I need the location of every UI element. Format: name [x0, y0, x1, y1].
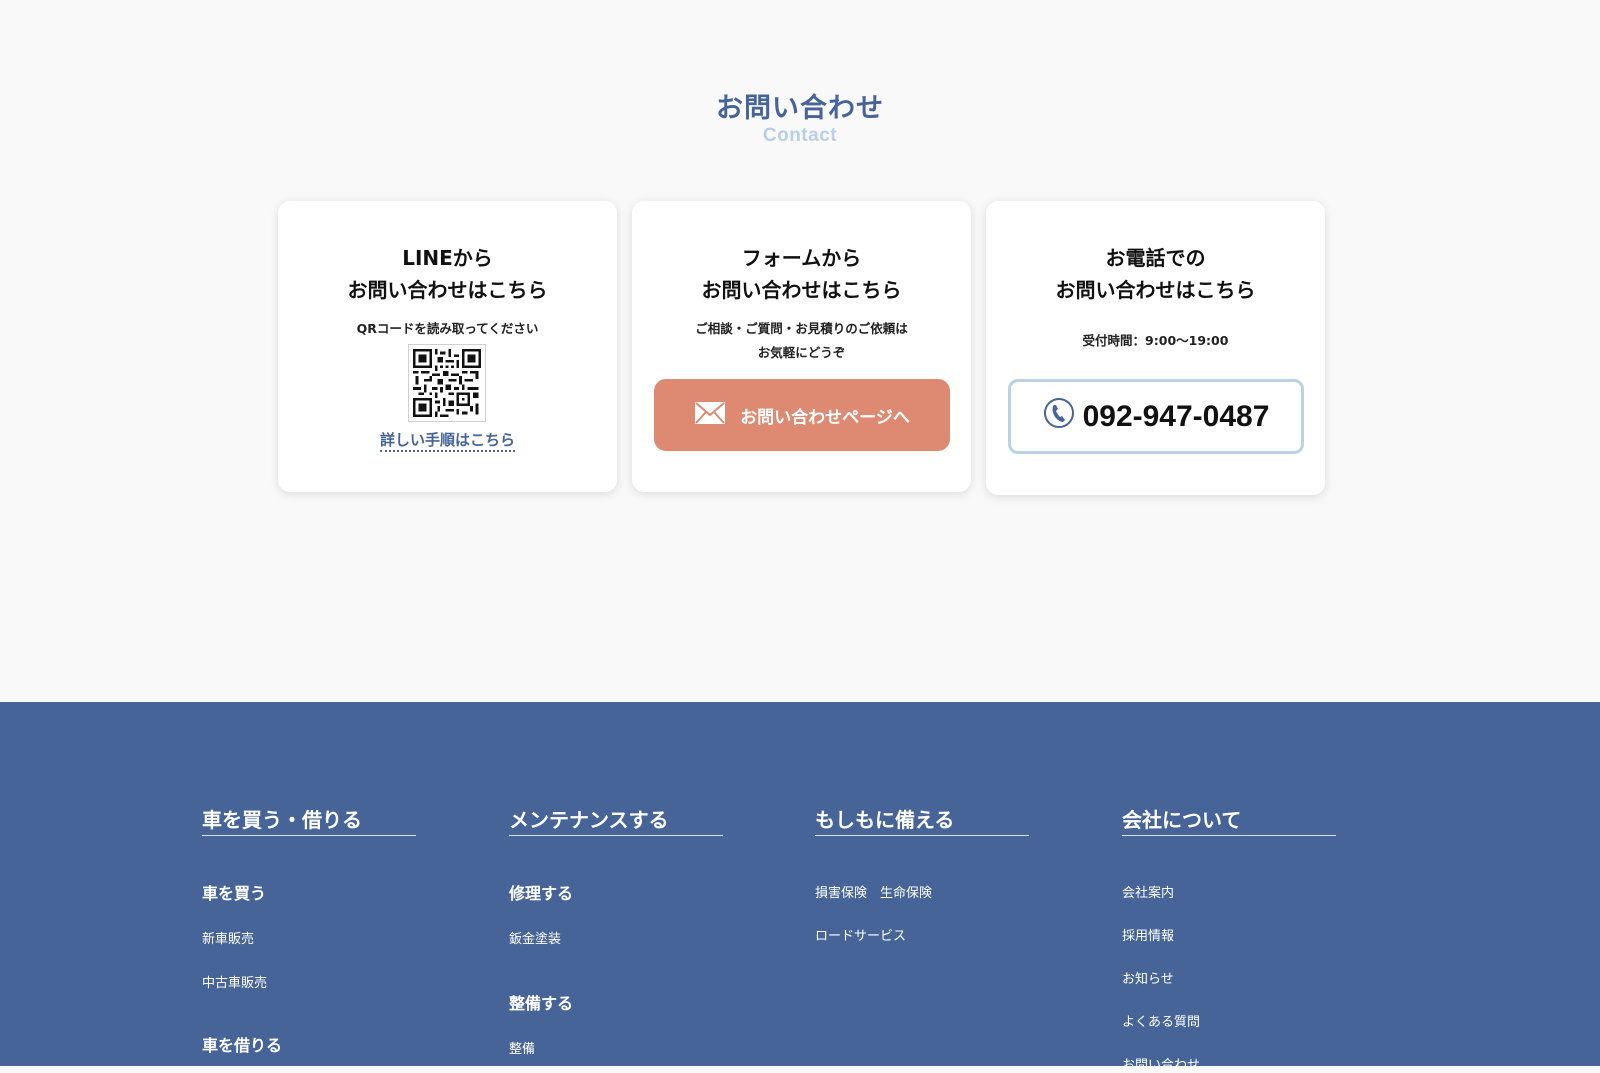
footer-heading-prepare[interactable]: もしもに備える [815, 804, 1029, 836]
phone-card-title: お電話での お問い合わせはこちら [986, 242, 1325, 306]
form-card-note: ご相談・ご質問・お見積りのご依頼は お気軽にどうぞ [632, 317, 971, 365]
business-hours: 受付時間：9:00〜19:00 [1082, 333, 1229, 348]
footer-link-company-profile[interactable]: 会社案内 [1122, 882, 1174, 901]
section-subtitle: Contact [762, 125, 838, 146]
line-card-title-line1: LINEから [402, 246, 493, 270]
qr-code [408, 344, 486, 422]
phone-card-title-line1: お電話での [1105, 246, 1206, 270]
footer-sub-service[interactable]: 整備する [509, 990, 573, 1014]
footer-link-recruit[interactable]: 採用情報 [1122, 925, 1174, 944]
line-contact-card: LINEから お問い合わせはこちら QRコードを読み取ってください 詳しい手順は… [278, 201, 617, 492]
detail-steps-link[interactable]: 詳しい手順はこちら [278, 429, 617, 452]
footer-heading-maintenance[interactable]: メンテナンスする [509, 804, 723, 836]
form-card-note-line1: ご相談・ご質問・お見積りのご依頼は [695, 321, 908, 336]
line-card-note: QRコードを読み取ってください [356, 321, 539, 336]
footer-heading-company[interactable]: 会社について [1122, 804, 1336, 836]
phone-card-title-line2: お問い合わせはこちら [1055, 278, 1256, 302]
site-footer: 車を買う・借りる 車を買う 新車販売 中古車販売 車を借りる メンテナンスする … [0, 702, 1600, 1073]
line-card-title-line2: お問い合わせはこちら [347, 278, 548, 302]
section-title: お問い合わせ [716, 93, 884, 124]
contact-page-button[interactable]: お問い合わせページへ [654, 379, 950, 451]
footer-link-news[interactable]: お知らせ [1122, 968, 1174, 987]
phone-number-button[interactable]: 092-947-0487 [1008, 379, 1304, 454]
detail-steps-link-text[interactable]: 詳しい手順はこちら [379, 431, 515, 452]
footer-link-service[interactable]: 整備 [509, 1038, 535, 1057]
footer-heading-buy-rent[interactable]: 車を買う・借りる [202, 804, 416, 836]
contact-section: お問い合わせ Contact LINEから お問い合わせはこちら QRコードを読… [0, 0, 1600, 702]
form-contact-card: フォームから お問い合わせはこちら ご相談・ご質問・お見積りのご依頼は お気軽に… [632, 201, 971, 492]
footer-sub-repair[interactable]: 修理する [509, 880, 573, 904]
form-card-note-line2: お気軽にどうぞ [757, 345, 846, 360]
footer-sub-buy[interactable]: 車を買う [202, 880, 266, 904]
qr-code-image [413, 349, 481, 417]
footer-link-new-car[interactable]: 新車販売 [202, 928, 254, 947]
footer-link-insurance[interactable]: 損害保険 生命保険 [815, 882, 932, 901]
form-card-title: フォームから お問い合わせはこちら [632, 242, 971, 306]
form-card-title-line1: フォームから [741, 246, 862, 270]
footer-link-road-service[interactable]: ロードサービス [815, 925, 906, 944]
footer-link-faq[interactable]: よくある質問 [1122, 1011, 1200, 1030]
phone-number: 092-947-0487 [1082, 399, 1270, 433]
footer-sub-rent[interactable]: 車を借りる [202, 1032, 282, 1056]
phone-contact-card: お電話での お問い合わせはこちら 受付時間：9:00〜19:00 092-947… [986, 201, 1325, 495]
footer-link-bodywork[interactable]: 鈑金塗装 [509, 928, 561, 947]
contact-page-button-label: お問い合わせページへ [740, 407, 910, 428]
footer-link-used-car[interactable]: 中古車販売 [202, 972, 267, 991]
line-card-title: LINEから お問い合わせはこちら [278, 242, 617, 306]
footer-link-contact[interactable]: お問い合わせ [1122, 1054, 1200, 1073]
mail-icon [694, 401, 726, 430]
phone-icon [1043, 397, 1075, 437]
form-card-title-line2: お問い合わせはこちら [701, 278, 902, 302]
